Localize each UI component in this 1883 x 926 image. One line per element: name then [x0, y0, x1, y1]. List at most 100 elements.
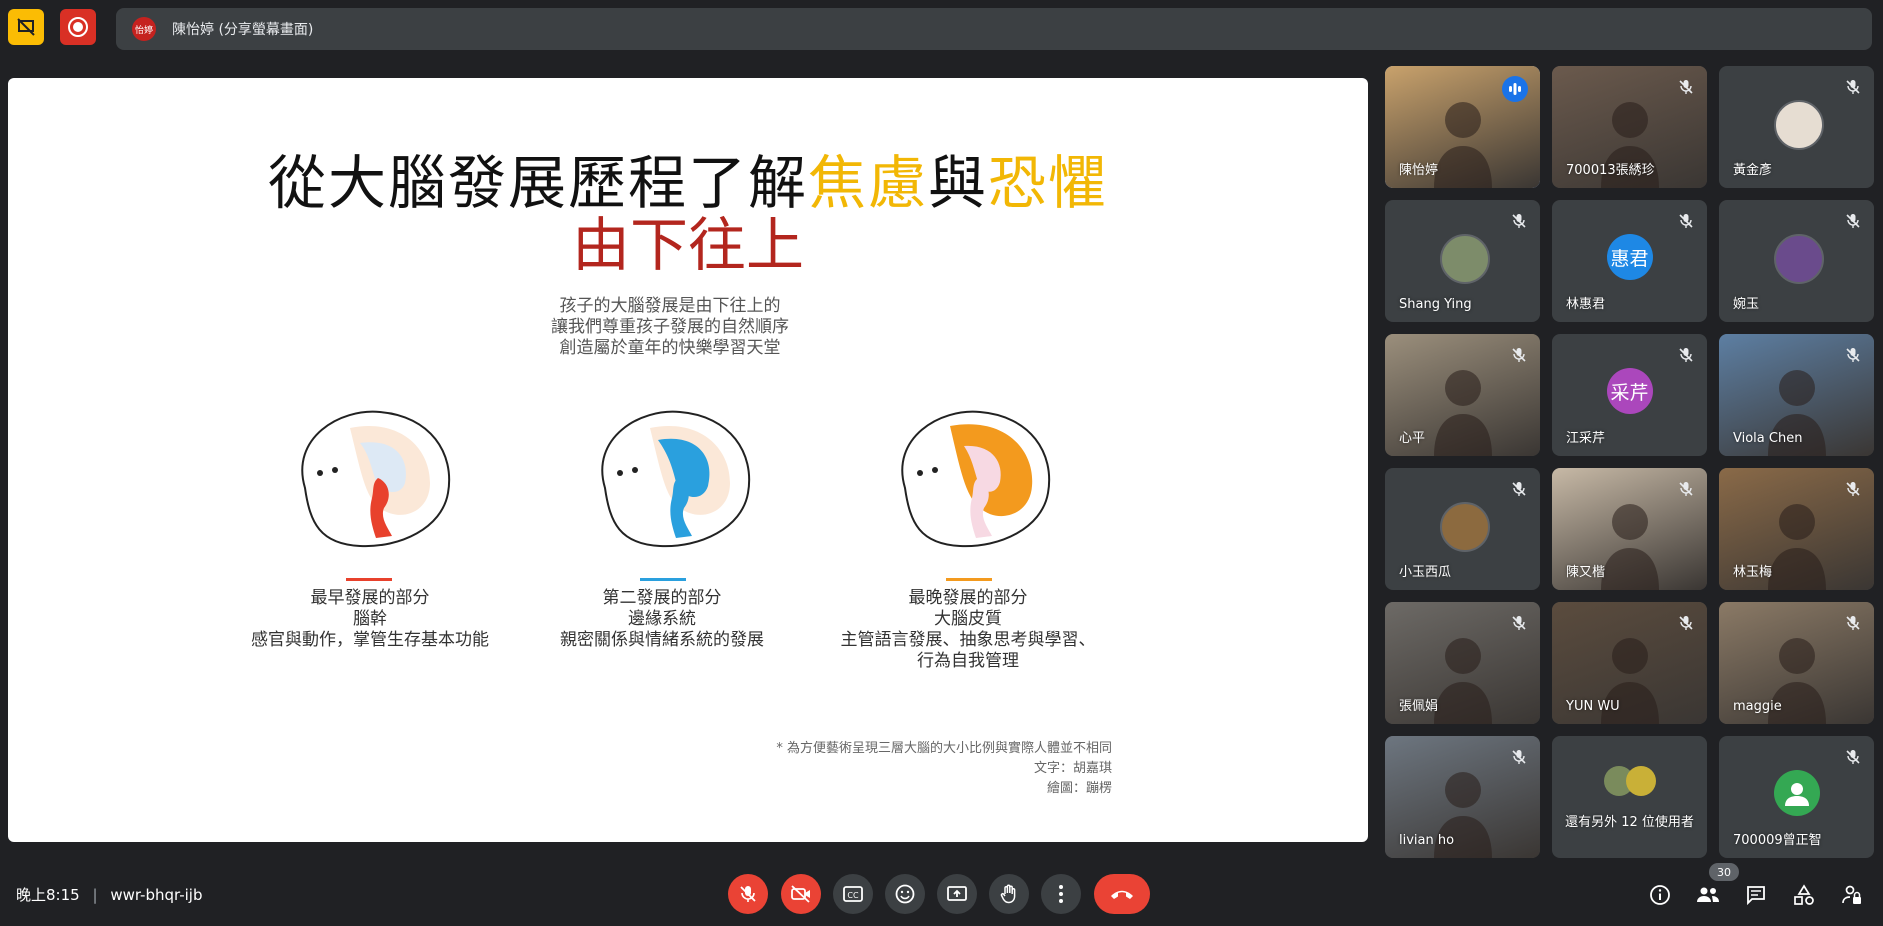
participant-tile[interactable]: 林玉梅	[1719, 468, 1874, 590]
intro-line: 讓我們尊重孩子發展的自然順序	[551, 317, 789, 337]
participant-name: 小玉西瓜	[1399, 565, 1452, 580]
participant-tile[interactable]: 700013張綉珍	[1552, 66, 1707, 188]
participant-count-badge: 30	[1709, 863, 1739, 881]
activities-button[interactable]	[1791, 882, 1817, 908]
participant-avatar	[1439, 502, 1490, 552]
presenter-banner: 怡婷 陳怡婷 (分享螢幕畫面)	[116, 8, 1872, 50]
intro-line: 創造屬於童年的快樂學習天堂	[559, 338, 781, 358]
cerebral-cortex-illustration	[901, 410, 1051, 548]
mic-off-icon	[1844, 346, 1862, 364]
stage-color-bar	[346, 578, 392, 581]
participant-tile[interactable]: 小玉西瓜	[1385, 468, 1540, 590]
mic-toggle-button[interactable]	[728, 874, 768, 914]
participant-avatar	[1773, 770, 1820, 816]
participant-tile[interactable]: maggie	[1719, 602, 1874, 724]
participant-tile[interactable]: 陳怡婷	[1385, 66, 1540, 188]
participant-name: Shang Ying	[1399, 297, 1472, 312]
participant-tile[interactable]: 張佩娟	[1385, 602, 1540, 724]
slide-subtitle: 由下往上	[571, 211, 804, 279]
caption-line: 感官與動作，掌管生存基本功能	[251, 630, 489, 650]
participant-name: 張佩娟	[1399, 699, 1439, 714]
captions-button[interactable]: CC	[833, 874, 873, 914]
footnote-line: * 為方便藝術呈現三層大腦的大小比例與實際人體並不相同	[776, 741, 1112, 756]
presenter-avatar: 怡婷	[132, 17, 156, 41]
shapes-icon	[1794, 884, 1814, 905]
chat-button[interactable]	[1743, 882, 1769, 908]
camera-toggle-button[interactable]	[781, 874, 821, 914]
footnote-line: 繪圖：蹦楞	[1046, 781, 1112, 796]
recording-button[interactable]	[60, 9, 96, 45]
participant-avatar: 惠君	[1606, 234, 1653, 280]
participant-tile[interactable]: 黃金彥	[1719, 66, 1874, 188]
limbic-system-illustration	[601, 410, 751, 548]
participant-tile[interactable]: 心平	[1385, 334, 1540, 456]
mic-off-icon	[1844, 614, 1862, 632]
more-vert-icon	[1059, 885, 1063, 903]
camera-off-icon	[791, 885, 810, 903]
hang-up-icon	[1111, 890, 1133, 899]
participant-name: 陳又楷	[1566, 565, 1606, 580]
caption-line: 最早發展的部分	[310, 588, 430, 608]
speaking-indicator	[1502, 76, 1528, 102]
caption-line: 最晚發展的部分	[908, 588, 1028, 608]
participant-name: 陳怡婷	[1399, 163, 1439, 178]
participant-name: 700013張綉珍	[1566, 163, 1655, 178]
closed-captions-icon: CC	[843, 886, 863, 902]
mic-off-icon	[1677, 480, 1695, 498]
participant-tile[interactable]: 采芹 江采芹	[1552, 334, 1707, 456]
more-avatars	[1604, 766, 1656, 796]
avatar-initials: 惠君	[1610, 247, 1649, 270]
participant-tile[interactable]: Shang Ying	[1385, 200, 1540, 322]
meeting-details-button[interactable]	[1647, 882, 1673, 908]
mic-off-icon	[1844, 748, 1862, 766]
mic-off-icon	[740, 886, 756, 902]
mic-off-icon	[1510, 480, 1528, 498]
host-controls-button[interactable]	[1839, 882, 1865, 908]
people-button[interactable]	[1695, 882, 1721, 908]
participant-name: livian ho	[1399, 833, 1455, 848]
participant-name: YUN WU	[1566, 699, 1620, 714]
record-icon	[68, 17, 88, 37]
mic-off-icon	[1510, 614, 1528, 632]
stop-presenting-button[interactable]	[8, 9, 44, 45]
participant-avatar: 采芹	[1606, 368, 1653, 414]
mic-off-icon	[1677, 78, 1695, 96]
presenter-label: 陳怡婷 (分享螢幕畫面)	[172, 22, 314, 38]
participant-name: 黃金彥	[1733, 163, 1773, 178]
participant-name: 林玉梅	[1733, 565, 1773, 580]
reactions-button[interactable]	[885, 874, 925, 914]
emoji-icon	[895, 884, 915, 904]
slide-footnote: * 為方便藝術呈現三層大腦的大小比例與實際人體並不相同 文字：胡嘉琪 繪圖：蹦楞	[776, 739, 1112, 799]
avatar	[1626, 766, 1656, 796]
audio-level-icon	[1509, 83, 1521, 95]
person-silhouette	[1601, 504, 1659, 590]
participant-tile[interactable]: 婉玉	[1719, 200, 1874, 322]
leave-call-button[interactable]	[1094, 874, 1150, 914]
info-icon	[1650, 885, 1670, 905]
present-now-button[interactable]	[937, 874, 977, 914]
raise-hand-button[interactable]	[989, 874, 1029, 914]
participant-tile[interactable]: 700009曾正智	[1719, 736, 1874, 858]
participant-tile[interactable]: 惠君 林惠君	[1552, 200, 1707, 322]
participant-tile[interactable]: 陳又楷	[1552, 468, 1707, 590]
intro-line: 孩子的大腦發展是由下往上的	[559, 296, 781, 316]
svg-text:CC: CC	[847, 891, 859, 900]
participant-name: 心平	[1399, 431, 1426, 446]
participant-tile[interactable]: Viola Chen	[1719, 334, 1874, 456]
participant-avatar	[1773, 100, 1824, 150]
more-options-button[interactable]	[1041, 874, 1081, 914]
stage-color-bar	[640, 578, 686, 581]
participant-tile[interactable]: YUN WU	[1552, 602, 1707, 724]
mic-off-icon	[1677, 346, 1695, 364]
stage-caption-brainstem: 最早發展的部分 腦幹 感官與動作，掌管生存基本功能	[210, 588, 530, 651]
participant-name: Viola Chen	[1733, 431, 1803, 446]
default-person-icon	[1784, 783, 1809, 806]
divider: |	[92, 886, 98, 904]
participant-tile[interactable]: livian ho	[1385, 736, 1540, 858]
participant-avatar	[1773, 234, 1824, 284]
caption-line: 親密關係與情緒系統的發展	[560, 630, 764, 650]
participant-avatar	[1439, 234, 1490, 284]
person-silhouette	[1768, 504, 1826, 590]
mic-off-icon	[1844, 480, 1862, 498]
participant-tile[interactable]: 還有另外 12 位使用者	[1552, 736, 1707, 858]
